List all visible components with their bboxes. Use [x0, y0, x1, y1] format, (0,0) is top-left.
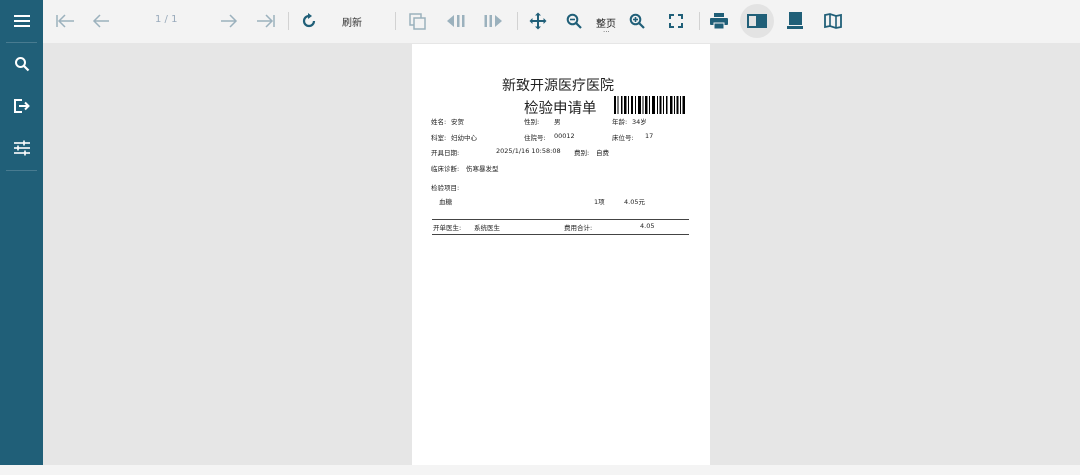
admission-value: 00012 [554, 132, 575, 140]
fit-page-more[interactable]: ... [603, 26, 610, 34]
fullscreen-button[interactable] [664, 8, 688, 34]
search-icon [14, 56, 30, 72]
pan-button[interactable] [526, 8, 550, 34]
age-label: 年龄: [612, 118, 628, 126]
book-view-button[interactable] [740, 4, 774, 38]
doctor-value: 系统医生 [474, 224, 500, 232]
page-indicator[interactable]: 1 / 1 [155, 14, 177, 25]
doctor-label: 开单医生: [433, 224, 462, 232]
first-page-icon [55, 14, 75, 28]
barcode-image [614, 96, 685, 114]
footer-top-rule [432, 219, 689, 220]
age-value: 34岁 [632, 118, 647, 126]
toolbar: 1 / 1 刷新 整页 ... [43, 0, 1080, 43]
zoom-out-button[interactable] [562, 8, 586, 34]
hospital-name: 新致开源医疗医院 [502, 78, 614, 94]
refresh-button[interactable] [297, 8, 321, 34]
fee-type-value: 自费 [596, 149, 609, 157]
toolbar-divider [288, 12, 289, 30]
item-name: 血糖 [439, 198, 452, 206]
total-label: 费用合计: [564, 224, 593, 232]
single-page-button[interactable] [783, 8, 807, 34]
last-page-icon [256, 14, 276, 28]
copy-button[interactable] [405, 8, 429, 34]
gender-value: 男 [554, 118, 561, 126]
next-page-icon [220, 14, 238, 28]
bed-value: 17 [645, 132, 654, 140]
map-icon [824, 13, 842, 29]
items-label: 检验项目: [431, 184, 460, 192]
single-page-icon [787, 12, 803, 30]
book-view-icon [747, 13, 767, 29]
pan-icon [529, 12, 547, 30]
first-page-button[interactable] [52, 8, 78, 34]
status-strip [0, 465, 1080, 475]
name-value: 安贺 [451, 118, 464, 126]
parameters-button[interactable] [0, 128, 43, 168]
admission-label: 住院号: [524, 134, 546, 142]
bed-label: 床位号: [612, 134, 634, 142]
next-section-icon [484, 15, 502, 27]
export-icon [13, 98, 31, 114]
map-button[interactable] [821, 8, 845, 34]
prev-section-icon [447, 15, 465, 27]
menu-icon [13, 14, 30, 28]
total-value: 4.05 [640, 222, 655, 230]
gender-label: 性别: [524, 118, 540, 126]
next-page-button[interactable] [216, 8, 242, 34]
fullscreen-icon [669, 14, 683, 28]
prev-page-icon [92, 14, 110, 28]
toolbar-divider [699, 12, 700, 30]
report-viewer-app: 1 / 1 刷新 整页 ... 新致开源医疗医院 检验申请单 姓名: 安贺 性别… [0, 0, 1080, 475]
date-value: 2025/1/16 10:58:08 [496, 147, 561, 155]
next-section-button[interactable] [480, 8, 506, 34]
export-button[interactable] [0, 86, 43, 126]
settings-sliders-icon [13, 140, 30, 156]
refresh-label[interactable]: 刷新 [342, 14, 362, 29]
fee-type-label: 费别: [574, 149, 590, 157]
item-price: 4.05元 [624, 198, 645, 206]
zoom-in-icon [629, 13, 645, 29]
diagnosis-value: 伤寒暴发型 [466, 165, 499, 173]
toolbar-divider [517, 12, 518, 30]
sidebar-divider [6, 170, 37, 171]
zoom-out-icon [566, 13, 582, 29]
dept-label: 科室: [431, 134, 447, 142]
zoom-in-button[interactable] [625, 8, 649, 34]
sidebar-divider [6, 42, 37, 43]
last-page-button[interactable] [253, 8, 279, 34]
print-icon [710, 13, 728, 29]
print-button[interactable] [707, 8, 731, 34]
name-label: 姓名: [431, 118, 447, 126]
prev-section-button[interactable] [443, 8, 469, 34]
report-page: 新致开源医疗医院 检验申请单 姓名: 安贺 性别: 男 年龄: 34岁 科室: … [412, 44, 710, 465]
item-qty: 1项 [594, 198, 605, 206]
sidebar [0, 0, 43, 465]
dept-value: 妇幼中心 [451, 134, 477, 142]
prev-page-button[interactable] [88, 8, 114, 34]
menu-button[interactable] [0, 1, 43, 41]
document-title: 检验申请单 [524, 101, 597, 117]
toolbar-divider [395, 12, 396, 30]
diagnosis-label: 临床诊断: [431, 165, 460, 173]
footer-bottom-rule [432, 234, 689, 235]
date-label: 开具日期: [431, 149, 460, 157]
refresh-icon [301, 13, 317, 29]
copy-icon [408, 12, 426, 30]
search-button[interactable] [0, 44, 43, 84]
